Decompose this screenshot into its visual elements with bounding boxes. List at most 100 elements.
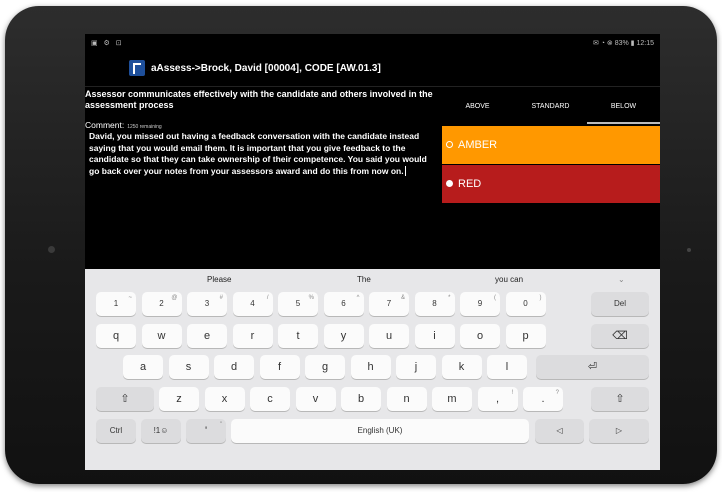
key-z[interactable]: z — [159, 387, 199, 411]
comment-header: Comment: 1250 remaining — [85, 120, 162, 130]
key-x[interactable]: x — [204, 387, 245, 411]
radio-button-icon[interactable] — [446, 141, 453, 148]
key-k[interactable]: k — [441, 355, 482, 379]
key-3[interactable]: 3 # — [187, 292, 227, 316]
app-logo-icon[interactable] — [129, 60, 145, 76]
text-cursor — [404, 166, 406, 177]
key-g-label: g — [321, 361, 329, 373]
key-0[interactable]: 0) — [505, 292, 546, 316]
criterion-text: Assessor communicates effectively with t… — [85, 89, 433, 110]
key-x-label: x — [221, 393, 228, 405]
notification-icons: ▣ ⚙ ⊡ — [91, 40, 124, 47]
spacebar-key-label: English (UK) — [357, 426, 403, 435]
key-period-alt-label: ? — [555, 390, 559, 396]
key-n-label: n — [403, 393, 410, 405]
cursor-right-key[interactable]: ▷ — [589, 419, 649, 443]
apostrophe-key[interactable]: ' " — [186, 419, 226, 443]
key-u[interactable]: u — [369, 324, 409, 348]
ctrl-key[interactable]: Ctrl — [96, 419, 136, 443]
key-1[interactable]: 1 ~ — [96, 292, 136, 316]
key-4[interactable]: 4/ — [232, 292, 273, 316]
key-6[interactable]: 6 ^ — [323, 292, 364, 316]
apostrophe-key-alt-label: " — [219, 422, 222, 428]
key-t[interactable]: t — [278, 324, 318, 348]
screen: ▣ ⚙ ⊡ ✉ ◔ ⊗ 83% ▮ 12:15 aAssess->Brock, … — [85, 34, 660, 470]
key-period[interactable]: .? — [523, 387, 563, 411]
key-y-label: y — [340, 330, 347, 342]
tab-above[interactable]: ABOVE — [441, 90, 514, 124]
cursor-left-key-label: ◁ — [556, 426, 563, 435]
suggestion-item[interactable]: The — [357, 275, 371, 284]
key-r[interactable]: r — [232, 324, 273, 348]
key-f[interactable]: f — [259, 355, 300, 379]
key-period-label: . — [541, 393, 545, 405]
key-s[interactable]: s — [168, 355, 209, 379]
comment-text: David, you missed out having a feedback … — [89, 131, 427, 176]
key-h[interactable]: h — [350, 355, 391, 379]
comment-textarea[interactable]: David, you missed out having a feedback … — [89, 131, 437, 177]
backspace-key-label: ⌫ — [612, 330, 628, 342]
key-m[interactable]: m — [432, 387, 472, 411]
tab-below[interactable]: BELOW — [587, 90, 660, 124]
key-n[interactable]: n — [386, 387, 427, 411]
character-count: 1250 remaining — [127, 124, 162, 130]
enter-key[interactable]: ⏎ — [536, 355, 649, 379]
key-v[interactable]: v — [295, 387, 336, 411]
key-b-label: b — [357, 393, 365, 405]
suggestion-item[interactable]: Please — [207, 275, 231, 284]
key-t-label: t — [296, 330, 300, 342]
key-p[interactable]: p — [505, 324, 546, 348]
key-k-label: k — [458, 361, 465, 373]
key-d[interactable]: d — [214, 355, 254, 379]
suggestion-item[interactable]: you can — [495, 275, 523, 284]
symbols-key[interactable]: !1☺ — [141, 419, 181, 443]
shift-right-key-label: ⇧ — [615, 393, 625, 405]
spacebar-key[interactable]: English (UK) — [231, 419, 529, 443]
tab-standard[interactable]: STANDARD — [514, 90, 587, 124]
key-m-label: m — [447, 393, 457, 405]
key-c[interactable]: c — [250, 387, 290, 411]
key-j[interactable]: j — [396, 355, 436, 379]
system-status: ✉ ◔ ⊗ 83% ▮ 12:15 — [592, 40, 654, 47]
suggestion-bar: Please The you can ⌄ — [85, 269, 660, 290]
enter-key-label: ⏎ — [587, 361, 598, 373]
key-p-label: p — [522, 330, 529, 342]
key-l[interactable]: l — [487, 355, 527, 379]
key-2[interactable]: 2 @ — [141, 292, 182, 316]
shift-right-key[interactable]: ⇧ — [591, 387, 649, 411]
key-2-alt-label: @ — [171, 295, 178, 301]
key-comma[interactable]: ,! — [477, 387, 518, 411]
apostrophe-key-label: ' — [204, 425, 208, 437]
key-h-label: h — [367, 361, 374, 373]
key-5-label: 5 — [295, 299, 301, 308]
key-9[interactable]: 9( — [460, 292, 500, 316]
backspace-key[interactable]: ⌫ — [591, 324, 649, 348]
shift-left-key[interactable]: ⇧ — [96, 387, 154, 411]
key-8[interactable]: 8 * — [414, 292, 455, 316]
key-o[interactable]: o — [460, 324, 500, 348]
key-q[interactable]: q — [96, 324, 136, 348]
key-e[interactable]: e — [187, 324, 227, 348]
delete-key[interactable]: Del — [591, 292, 649, 316]
collapse-suggestions-icon[interactable]: ⌄ — [618, 275, 625, 284]
rating-option-amber[interactable]: AMBER — [442, 126, 660, 164]
key-b[interactable]: b — [341, 387, 381, 411]
radio-button-selected-icon[interactable] — [446, 180, 453, 187]
tablet-frame: ▣ ⚙ ⊡ ✉ ◔ ⊗ 83% ▮ 12:15 aAssess->Brock, … — [5, 6, 717, 484]
key-5[interactable]: 5% — [278, 292, 318, 316]
key-w[interactable]: w — [141, 324, 182, 348]
key-a-label: a — [139, 361, 147, 373]
cursor-left-key[interactable]: ◁ — [535, 419, 584, 443]
key-y[interactable]: y — [323, 324, 364, 348]
rating-option-red[interactable]: RED — [442, 165, 660, 203]
key-i-label: i — [433, 330, 436, 342]
ctrl-key-label: Ctrl — [109, 426, 123, 435]
comment-label: Comment: — [85, 120, 125, 130]
key-7[interactable]: 7 & — [369, 292, 409, 316]
key-e-label: e — [203, 330, 211, 342]
key-a[interactable]: a — [123, 355, 163, 379]
key-i[interactable]: i — [414, 324, 455, 348]
key-j-label: j — [414, 361, 418, 373]
key-g[interactable]: g — [305, 355, 345, 379]
key-4-alt-label: / — [266, 295, 269, 301]
